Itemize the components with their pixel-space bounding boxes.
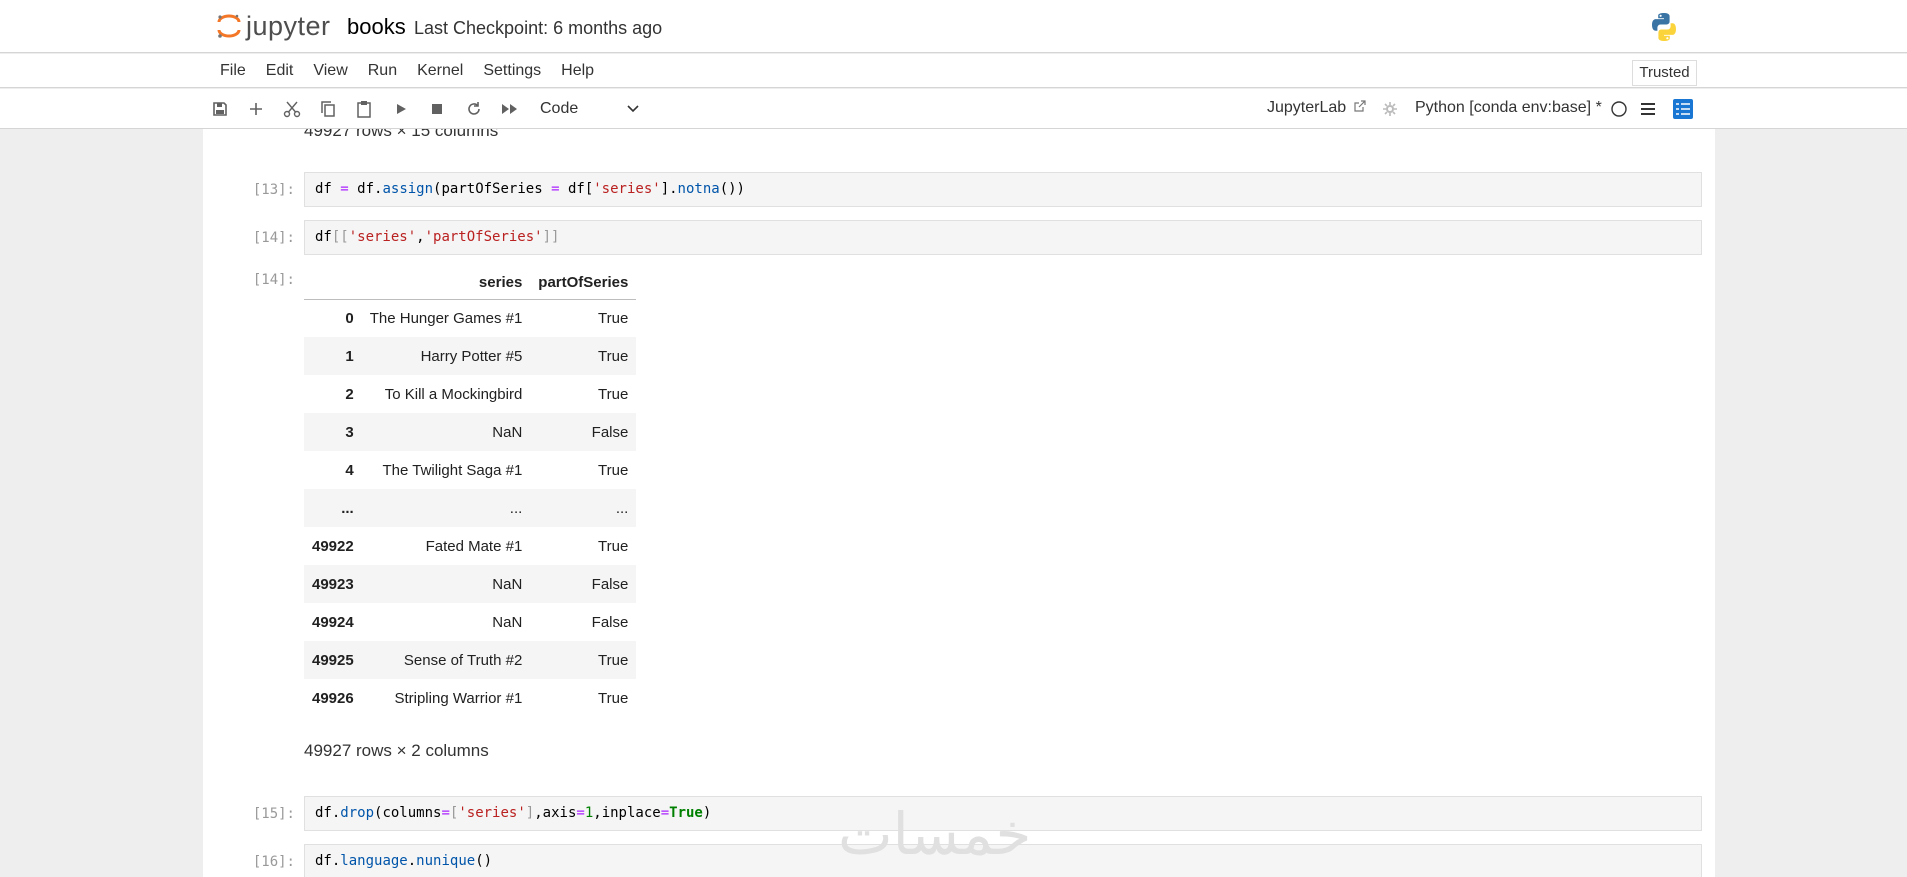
table-row: 2 To Kill a Mockingbird True (304, 375, 636, 413)
cut-icon[interactable] (282, 99, 302, 119)
stop-icon[interactable] (427, 99, 447, 119)
cell-series: NaN (492, 423, 523, 441)
cell-part-of-series: False (591, 575, 629, 593)
table-row: ......... (304, 489, 637, 527)
code-cell-13[interactable]: df = df.assign(partOfSeries = df['series… (304, 172, 1702, 207)
row-index: 49923 (312, 575, 354, 593)
table-row: 49926 Stripling Warrior #1 True (304, 679, 636, 717)
row-index: 49922 (312, 537, 354, 555)
input-prompt-15: [15]: (252, 806, 295, 822)
cell-series: To Kill a Mockingbird (384, 385, 523, 403)
external-link-icon (1354, 100, 1366, 112)
table-row: 49923 NaN False (304, 565, 637, 603)
cell-part-of-series: ... (615, 499, 629, 517)
input-prompt-16: [16]: (252, 854, 295, 870)
column-header: series (361, 267, 531, 300)
restart-icon[interactable] (464, 99, 484, 119)
code-cell-14[interactable]: df[['series','partOfSeries']] (304, 220, 1702, 255)
row-index: 3 (345, 423, 354, 441)
top-header: jupyter books Last Checkpoint: 6 months … (0, 0, 1907, 53)
jupyterlab-label: JupyterLab (1267, 99, 1347, 116)
menu-help[interactable]: Help (551, 54, 604, 88)
menu-run[interactable]: Run (358, 54, 407, 88)
cell-series: Fated Mate #1 (425, 537, 523, 555)
index-header (304, 267, 362, 300)
dataframe-shape: 49927 rows × 2 columns (304, 741, 489, 760)
menu-edit[interactable]: Edit (256, 54, 304, 88)
python-logo-icon (1652, 13, 1676, 41)
paste-icon[interactable] (354, 99, 374, 119)
watermark: خمسات (838, 800, 1032, 868)
menu-file[interactable]: File (210, 54, 256, 88)
cell-series: NaN (492, 613, 523, 631)
cell-part-of-series: True (598, 385, 629, 403)
notebook-toolbar: Code JupyterLab Python [conda env:base] … (0, 89, 1907, 129)
cell-series: The Hunger Games #1 (369, 309, 523, 327)
cell-series: Stripling Warrior #1 (394, 689, 523, 707)
menu-bar: File Edit View Run Kernel Settings Help (0, 54, 1907, 88)
input-prompt-14: [14]: (252, 230, 295, 246)
menu-lines-icon[interactable] (1638, 99, 1658, 119)
trusted-indicator[interactable]: Trusted (1632, 60, 1697, 86)
notebook-title[interactable]: books (347, 14, 406, 40)
table-row: 4 The Twilight Saga #1 True (304, 451, 636, 489)
kernel-status-icon (1609, 99, 1629, 119)
output-prompt-14: [14]: (252, 272, 295, 288)
jupyterlab-link[interactable]: JupyterLab (1267, 99, 1366, 117)
cell-type-select[interactable]: Code (540, 97, 640, 121)
cell-part-of-series: False (591, 613, 629, 631)
cell-part-of-series: False (591, 423, 629, 441)
input-prompt-13: [13]: (252, 182, 295, 198)
cell-part-of-series: True (598, 309, 629, 327)
save-icon[interactable] (210, 99, 230, 119)
menu-kernel[interactable]: Kernel (407, 54, 473, 88)
kernel-settings-gear-icon[interactable] (1380, 99, 1400, 119)
table-row: 49925 Sense of Truth #2 True (304, 641, 637, 679)
dataframe-body: 0 The Hunger Games #1 True 1 Harry Potter #5… (304, 299, 637, 717)
dataframe-output: series partOfSeries 0 The Hunger Games #1… (304, 267, 637, 717)
table-row: 3 NaN False (304, 413, 637, 451)
jupyter-logo[interactable]: jupyter (216, 10, 331, 42)
notebook-panel: 49927 rows × 15 columns [13]: df = df.as… (203, 129, 1715, 877)
menu-view[interactable]: View (303, 54, 357, 88)
row-index: 1 (345, 347, 354, 365)
cell-part-of-series: True (598, 651, 629, 669)
cell-part-of-series: True (598, 461, 629, 479)
cell-series: Sense of Truth #2 (403, 651, 523, 669)
table-of-contents-icon[interactable] (1673, 99, 1693, 119)
dataframe-header-row: series partOfSeries (304, 267, 637, 300)
run-icon[interactable] (391, 99, 411, 119)
row-index: 2 (345, 385, 354, 403)
kernel-name[interactable]: Python [conda env:base] * (1415, 99, 1602, 117)
logo-text: jupyter (246, 10, 331, 41)
fast-forward-icon[interactable] (500, 99, 520, 119)
table-row: 49924 NaN False (304, 603, 636, 641)
chevron-down-icon (627, 105, 639, 113)
cell-type-value: Code (540, 100, 579, 117)
last-checkpoint: Last Checkpoint: 6 months ago (414, 18, 663, 38)
row-index: 0 (345, 309, 354, 327)
cell-part-of-series: True (598, 537, 629, 555)
cell-series: ... (509, 499, 523, 517)
previous-output-shape: 49927 rows × 15 columns (304, 129, 499, 140)
row-index: 49926 (312, 689, 354, 707)
cell-series: Harry Potter #5 (420, 347, 523, 365)
cell-part-of-series: True (598, 689, 629, 707)
row-index: 49925 (312, 651, 354, 669)
table-row: 0 The Hunger Games #1 True (304, 299, 636, 337)
add-cell-icon[interactable] (246, 99, 266, 119)
row-index: 49924 (312, 613, 354, 631)
jupyter-logo-icon (217, 14, 241, 38)
main-menu: File Edit View Run Kernel Settings Help (210, 54, 604, 88)
table-row: 1 Harry Potter #5 True (304, 337, 637, 375)
row-index: 4 (345, 461, 354, 479)
cell-series: The Twilight Saga #1 (382, 461, 523, 479)
cell-part-of-series: True (598, 347, 629, 365)
row-index: ... (341, 499, 354, 517)
table-row: 49922 Fated Mate #1 True (304, 527, 636, 565)
column-header: partOfSeries (530, 267, 637, 300)
menu-settings[interactable]: Settings (473, 54, 551, 88)
copy-icon[interactable] (318, 99, 338, 119)
cell-series: NaN (492, 575, 523, 593)
